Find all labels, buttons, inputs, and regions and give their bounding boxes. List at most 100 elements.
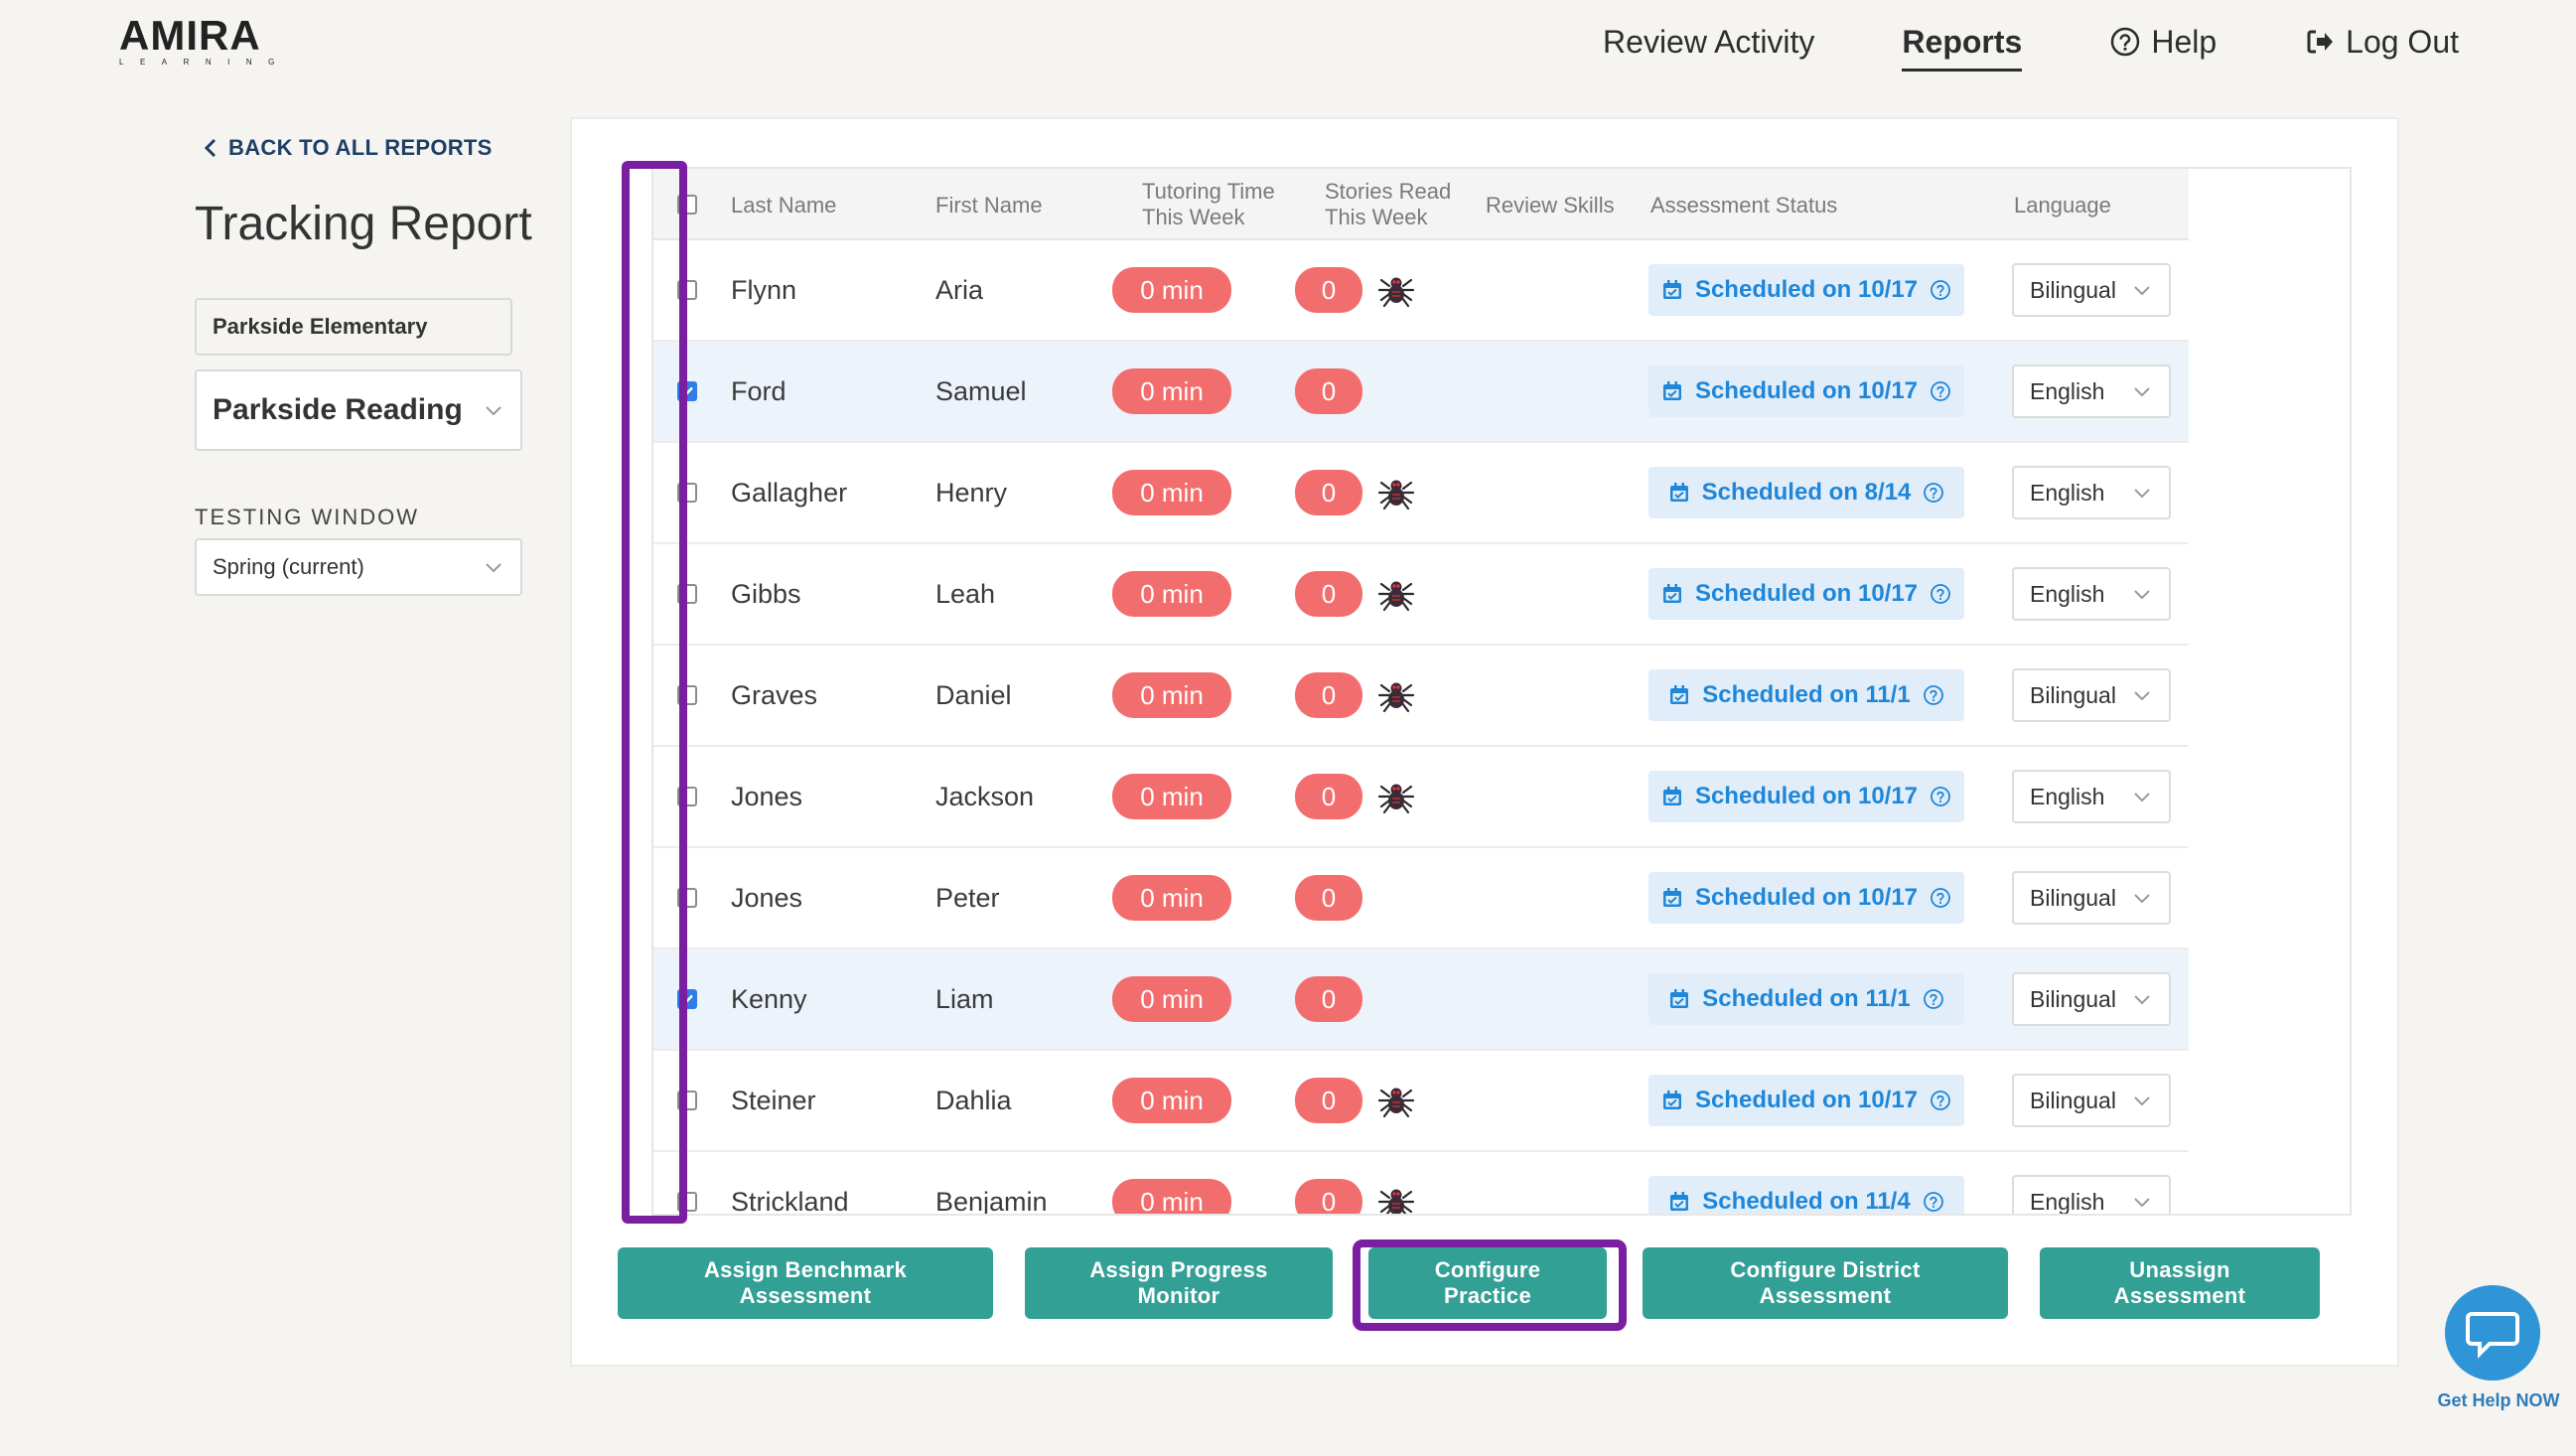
- nav-help[interactable]: Help: [2109, 14, 2217, 70]
- row-checkbox[interactable]: [677, 483, 697, 503]
- help-chat-button[interactable]: [2445, 1285, 2540, 1381]
- assessment-status-badge[interactable]: Scheduled on 10/17: [1648, 264, 1964, 316]
- language-select[interactable]: Bilingual: [2012, 972, 2171, 1026]
- question-circle-icon[interactable]: [1923, 988, 1944, 1010]
- row-select-cell[interactable]: [677, 848, 697, 947]
- nav-reports[interactable]: Reports: [1902, 14, 2022, 72]
- amira-logo[interactable]: AMIRA LEARNING: [119, 14, 298, 70]
- assessment-status-badge[interactable]: Scheduled on 8/14: [1648, 467, 1964, 518]
- header-select-all[interactable]: [677, 169, 697, 240]
- spider-icon: [1377, 480, 1415, 510]
- language-select[interactable]: Bilingual: [2012, 871, 2171, 925]
- assessment-status-text: Scheduled on 11/4: [1702, 1188, 1911, 1215]
- get-help-now-label[interactable]: Get Help NOW: [2427, 1390, 2570, 1411]
- row-checkbox[interactable]: [677, 888, 697, 908]
- language-select[interactable]: English: [2012, 1175, 2171, 1214]
- header-language[interactable]: Language: [2014, 193, 2111, 218]
- table-row[interactable]: Strickland Benjamin 0 min 0 Scheduled on 11/…: [653, 1152, 2189, 1215]
- language-select[interactable]: Bilingual: [2012, 1074, 2171, 1127]
- header-first-name[interactable]: First Name: [935, 193, 1043, 218]
- spider-icon: [1377, 784, 1415, 814]
- header-last-name[interactable]: Last Name: [731, 193, 836, 218]
- table-row[interactable]: Jones Jackson 0 min 0 Scheduled on 10/17 Engl…: [653, 747, 2189, 848]
- assign-progress-monitor-button[interactable]: Assign Progress Monitor: [1025, 1247, 1333, 1319]
- tutoring-time-pill: 0 min: [1112, 470, 1231, 515]
- spider-icon: [1377, 682, 1415, 713]
- configure-practice-button[interactable]: Configure Practice: [1368, 1247, 1607, 1319]
- header-review-skills[interactable]: Review Skills: [1486, 193, 1615, 218]
- configure-district-assessment-button[interactable]: Configure District Assessment: [1643, 1247, 2008, 1319]
- assign-benchmark-button[interactable]: Assign Benchmark Assessment: [618, 1247, 993, 1319]
- row-select-cell[interactable]: [677, 949, 697, 1049]
- question-circle-icon[interactable]: [1930, 887, 1951, 909]
- row-select-cell[interactable]: [677, 544, 697, 644]
- assessment-status-badge[interactable]: Scheduled on 10/17: [1648, 1075, 1964, 1126]
- language-select[interactable]: English: [2012, 364, 2171, 418]
- assessment-status-badge[interactable]: Scheduled on 10/17: [1648, 365, 1964, 417]
- header-assessment-status[interactable]: Assessment Status: [1650, 193, 1837, 218]
- question-circle-icon[interactable]: [1923, 482, 1944, 504]
- table-row[interactable]: Gallagher Henry 0 min 0 Scheduled on 8/14 Eng…: [653, 443, 2189, 544]
- question-circle-icon[interactable]: [1930, 279, 1951, 301]
- assessment-status-badge[interactable]: Scheduled on 11/1: [1648, 669, 1964, 721]
- language-select[interactable]: English: [2012, 466, 2171, 519]
- table-row[interactable]: Kenny Liam 0 min 0 Scheduled on 11/1 Bilingua…: [653, 949, 2189, 1051]
- testing-window-select[interactable]: Spring (current): [195, 538, 522, 596]
- row-select-cell[interactable]: [677, 240, 697, 340]
- last-name: Gallagher: [731, 477, 848, 508]
- assessment-status-text: Scheduled on 10/17: [1694, 884, 1919, 911]
- table-row[interactable]: Graves Daniel 0 min 0 Scheduled on 11/1 Bilin…: [653, 646, 2189, 747]
- class-selector[interactable]: Parkside Reading: [195, 369, 522, 451]
- row-checkbox[interactable]: [677, 584, 697, 604]
- back-to-all-reports-link[interactable]: BACK TO ALL REPORTS: [203, 135, 493, 161]
- table-row[interactable]: Steiner Dahlia 0 min 0 Scheduled on 10/17 Bil…: [653, 1051, 2189, 1152]
- nav-review-activity[interactable]: Review Activity: [1603, 14, 1814, 70]
- row-select-cell[interactable]: [677, 342, 697, 441]
- question-circle-icon[interactable]: [1930, 583, 1951, 605]
- school-selector[interactable]: Parkside Elementary: [195, 298, 512, 356]
- language-select[interactable]: Bilingual: [2012, 668, 2171, 722]
- stories-read-pill: 0: [1295, 368, 1362, 414]
- language-select[interactable]: English: [2012, 567, 2171, 621]
- table-row[interactable]: Gibbs Leah 0 min 0 Scheduled on 10/17 English: [653, 544, 2189, 646]
- row-checkbox[interactable]: [677, 1091, 697, 1110]
- question-circle-icon[interactable]: [1930, 786, 1951, 807]
- header-tutoring-time[interactable]: Tutoring Time This Week: [1142, 179, 1275, 230]
- row-select-cell[interactable]: [677, 1051, 697, 1150]
- table-row[interactable]: Flynn Aria 0 min 0 Scheduled on 10/17 Bilingu…: [653, 240, 2189, 342]
- chevron-down-icon: [2134, 590, 2150, 600]
- assessment-status-badge[interactable]: Scheduled on 10/17: [1648, 872, 1964, 924]
- question-circle-icon[interactable]: [1930, 1090, 1951, 1111]
- unassign-assessment-button[interactable]: Unassign Assessment: [2040, 1247, 2320, 1319]
- table-row[interactable]: Jones Peter 0 min 0 Scheduled on 10/17 Biling…: [653, 848, 2189, 949]
- row-select-cell[interactable]: [677, 646, 697, 745]
- question-circle-icon[interactable]: [1923, 684, 1944, 706]
- row-select-cell[interactable]: [677, 1152, 697, 1214]
- row-checkbox[interactable]: [677, 1192, 697, 1212]
- assessment-status-badge[interactable]: Scheduled on 11/4: [1648, 1176, 1964, 1215]
- row-checkbox[interactable]: [677, 685, 697, 705]
- assessment-status-badge[interactable]: Scheduled on 10/17: [1648, 771, 1964, 822]
- nav-logout[interactable]: Log Out: [2304, 14, 2459, 70]
- language-select[interactable]: Bilingual: [2012, 263, 2171, 317]
- calendar-icon: [1662, 787, 1681, 805]
- last-name: Kenny: [731, 983, 807, 1014]
- assessment-status-badge[interactable]: Scheduled on 11/1: [1648, 973, 1964, 1025]
- header-tutoring-line2: This Week: [1142, 205, 1245, 229]
- row-checkbox[interactable]: [677, 787, 697, 806]
- question-circle-icon[interactable]: [1923, 1191, 1944, 1213]
- calendar-icon: [1670, 685, 1689, 704]
- table-row[interactable]: Ford Samuel 0 min 0 Scheduled on 10/17 Englis…: [653, 342, 2189, 443]
- select-all-checkbox[interactable]: [677, 195, 697, 215]
- row-select-cell[interactable]: [677, 747, 697, 846]
- last-name: Flynn: [731, 274, 797, 305]
- row-checkbox[interactable]: [677, 989, 697, 1009]
- assessment-status-badge[interactable]: Scheduled on 10/17: [1648, 568, 1964, 620]
- row-checkbox[interactable]: [677, 381, 697, 401]
- row-select-cell[interactable]: [677, 443, 697, 542]
- header-stories-read[interactable]: Stories Read This Week: [1325, 179, 1451, 230]
- question-circle-icon[interactable]: [1930, 380, 1951, 402]
- header-stories-line1: Stories Read: [1325, 179, 1452, 204]
- language-select[interactable]: English: [2012, 770, 2171, 823]
- row-checkbox[interactable]: [677, 280, 697, 300]
